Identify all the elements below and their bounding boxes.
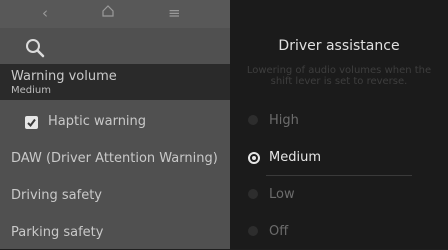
option-high[interactable]: High <box>230 103 448 139</box>
home-icon[interactable] <box>102 3 114 21</box>
back-icon[interactable]: ‹ <box>42 4 48 22</box>
menu-item-driving-safety[interactable]: Driving safety <box>0 185 230 207</box>
menu-icon[interactable]: ≡ <box>168 4 181 22</box>
menu-item-parking-safety[interactable]: Parking safety <box>0 222 230 244</box>
menu-item-label: Warning volume <box>11 69 117 84</box>
menu-item-value: Medium <box>11 85 51 96</box>
radio-icon[interactable] <box>248 115 258 125</box>
radio-icon[interactable] <box>248 189 258 199</box>
top-navigation-bar: ‹ ≡ <box>0 0 230 28</box>
divider <box>266 175 412 176</box>
checkbox-checked-icon[interactable] <box>25 116 38 129</box>
menu-item-label: Haptic warning <box>48 114 147 129</box>
option-label: Medium <box>269 150 321 165</box>
menu-item-haptic-warning[interactable]: Haptic warning <box>0 111 230 133</box>
radio-icon[interactable] <box>248 226 258 236</box>
search-icon[interactable] <box>25 38 47 60</box>
option-label: Off <box>269 224 289 239</box>
menu-item-warning-volume[interactable]: Warning volume Medium <box>0 64 230 100</box>
option-low[interactable]: Low <box>230 177 448 213</box>
menu-item-label: Parking safety <box>11 225 104 240</box>
menu-item-label: DAW (Driver Attention Warning) <box>11 151 218 166</box>
panel-description: Lowering of audio volumes when the shift… <box>246 65 432 87</box>
option-label: High <box>269 113 299 128</box>
panel-title: Driver assistance <box>278 38 400 54</box>
menu-item-daw[interactable]: DAW (Driver Attention Warning) <box>0 148 230 170</box>
radio-selected-icon[interactable] <box>248 152 260 164</box>
menu-item-label: Driving safety <box>11 188 102 203</box>
option-off[interactable]: Off <box>230 214 448 250</box>
option-label: Low <box>269 187 295 202</box>
option-medium[interactable]: Medium <box>230 140 448 176</box>
